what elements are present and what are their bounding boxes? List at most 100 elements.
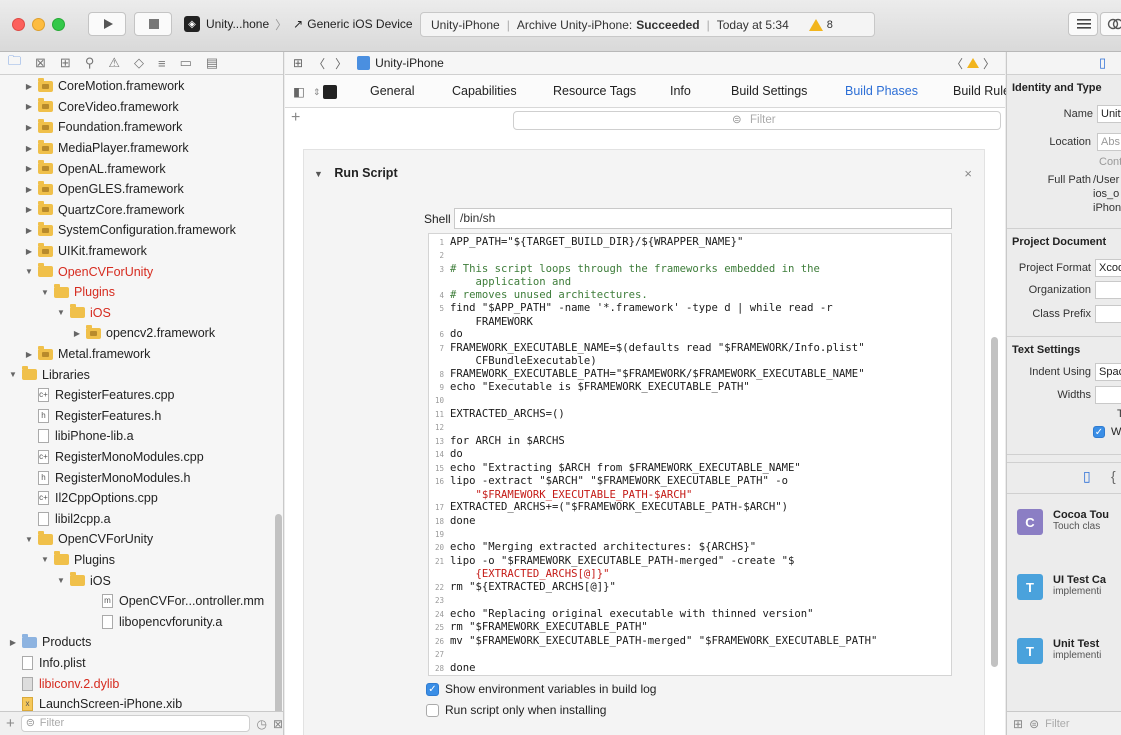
tab-build-rules[interactable]: Build Rule xyxy=(953,84,1010,98)
disclosure-open-icon[interactable]: ▼ xyxy=(24,267,34,276)
tree-item[interactable]: c+ Il2CppOptions.cpp xyxy=(0,488,283,509)
tree-item[interactable]: ▶ OpenAL.framework xyxy=(0,158,283,179)
disclosure-closed-icon[interactable]: ▶ xyxy=(8,638,18,647)
disclosure-closed-icon[interactable]: ▶ xyxy=(24,123,34,132)
file-template-item[interactable]: T UI Test Ca implementi xyxy=(1017,574,1106,600)
tree-item[interactable]: ▶ OpenGLES.framework xyxy=(0,179,283,200)
modified-files-icon[interactable]: ⊠ xyxy=(273,717,283,731)
target-selector[interactable]: ⇕ xyxy=(313,84,337,99)
tree-item[interactable]: ▼ OpenCVForUnity xyxy=(0,529,283,550)
show-targets-sidebar-icon[interactable]: ◧ xyxy=(293,84,305,99)
add-file-plus-icon[interactable]: + xyxy=(6,715,15,732)
disclosure-closed-icon[interactable]: ▶ xyxy=(24,226,34,235)
tree-item[interactable]: ▶ opencv2.framework xyxy=(0,323,283,344)
report-navigator-icon[interactable]: ▤ xyxy=(206,55,218,71)
tab-capabilities[interactable]: Capabilities xyxy=(452,84,517,98)
show-env-vars-checkbox[interactable]: ✓ Show environment variables in build lo… xyxy=(426,682,656,696)
recent-files-clock-icon[interactable]: ◷ xyxy=(256,717,266,731)
indent-using-select[interactable]: Spac xyxy=(1095,363,1121,381)
next-issue-chevron-icon[interactable]: 〉 xyxy=(983,55,995,72)
minimize-window-button[interactable] xyxy=(32,18,45,31)
related-items-grid-icon[interactable]: ⊞ xyxy=(293,56,303,70)
class-prefix-field[interactable] xyxy=(1095,305,1121,323)
file-template-library-icon[interactable]: ▯ xyxy=(1083,468,1091,485)
tree-item[interactable]: ▼ Plugins xyxy=(0,550,283,571)
breakpoint-navigator-icon[interactable]: ▭ xyxy=(180,55,192,71)
issue-navigator-warning-icon[interactable]: ⚠ xyxy=(108,55,120,71)
test-navigator-diamond-icon[interactable]: ◇ xyxy=(134,55,144,71)
tree-item[interactable]: ▼ Libraries xyxy=(0,364,283,385)
tab-resource-tags[interactable]: Resource Tags xyxy=(553,84,636,98)
file-template-item[interactable]: T Unit Test implementi xyxy=(1017,638,1101,664)
disclosure-closed-icon[interactable]: ▶ xyxy=(24,164,34,173)
tab-info[interactable]: Info xyxy=(670,84,691,98)
tree-item[interactable]: libil2cpp.a xyxy=(0,508,283,529)
disclosure-closed-icon[interactable]: ▶ xyxy=(24,144,34,153)
find-navigator-search-icon[interactable]: ⚲ xyxy=(85,55,95,71)
issue-navigation[interactable]: 〈 〉 xyxy=(951,55,995,72)
phase-header[interactable]: ▼ Run Script xyxy=(314,166,398,180)
disclosure-closed-icon[interactable]: ▶ xyxy=(24,247,34,256)
checkbox-checked-icon[interactable]: ✓ xyxy=(426,682,439,696)
tree-item[interactable]: Info.plist xyxy=(0,653,283,674)
library-filter-placeholder[interactable]: Filter xyxy=(1045,718,1069,730)
tree-item[interactable]: c+ RegisterFeatures.cpp xyxy=(0,385,283,406)
tree-item[interactable]: ▶ QuartzCore.framework xyxy=(0,200,283,221)
wrap-lines-checkbox[interactable]: ✓ Wr xyxy=(1093,426,1121,438)
run-only-installing-checkbox[interactable]: Run script only when installing xyxy=(426,703,606,717)
symbol-navigator-icon[interactable]: ⊞ xyxy=(60,55,71,71)
editor-scrollbar[interactable] xyxy=(991,337,998,667)
disclosure-open-icon[interactable]: ▼ xyxy=(40,555,50,564)
tab-general[interactable]: General xyxy=(370,84,414,98)
navigator-scrollbar[interactable] xyxy=(275,514,282,730)
breadcrumb[interactable]: Unity-iPhone xyxy=(357,56,444,70)
tab-build-settings[interactable]: Build Settings xyxy=(731,84,807,98)
standard-editor-button[interactable] xyxy=(1068,12,1098,36)
name-field[interactable]: Unity xyxy=(1097,105,1121,123)
disclosure-closed-icon[interactable]: ▶ xyxy=(24,102,34,111)
phase-filter-field[interactable]: ⊜ Filter xyxy=(513,111,1001,130)
tree-item[interactable]: ▶ MediaPlayer.framework xyxy=(0,138,283,159)
tree-item[interactable]: c+ RegisterMonoModules.cpp xyxy=(0,447,283,468)
tree-item[interactable]: ▶ CoreVideo.framework xyxy=(0,97,283,118)
zoom-window-button[interactable] xyxy=(52,18,65,31)
tree-item[interactable]: ▶ UIKit.framework xyxy=(0,241,283,262)
warning-count[interactable]: 8 xyxy=(827,19,833,31)
close-window-button[interactable] xyxy=(12,18,25,31)
tree-item[interactable]: ▶ Metal.framework xyxy=(0,344,283,365)
script-editor[interactable]: 1 APP_PATH="${TARGET_BUILD_DIR}/${WRAPPER… xyxy=(428,233,952,676)
stop-button[interactable] xyxy=(134,12,172,36)
tree-item[interactable]: ▶ Foundation.framework xyxy=(0,117,283,138)
back-chevron-icon[interactable]: 〈 xyxy=(313,55,325,72)
disclosure-open-icon[interactable]: ▼ xyxy=(56,308,66,317)
location-select[interactable]: Abs xyxy=(1097,133,1121,151)
tree-item[interactable]: libiconv.2.dylib xyxy=(0,673,283,694)
tree-item[interactable]: h RegisterMonoModules.h xyxy=(0,467,283,488)
widths-field[interactable] xyxy=(1095,386,1121,404)
tree-item[interactable]: libiPhone-lib.a xyxy=(0,426,283,447)
disclosure-open-icon[interactable]: ▼ xyxy=(8,370,18,379)
tree-item[interactable]: ▶ SystemConfiguration.framework xyxy=(0,220,283,241)
shell-field[interactable]: /bin/sh xyxy=(454,208,952,229)
run-button[interactable] xyxy=(88,12,126,36)
grid-view-icon[interactable]: ⊞ xyxy=(1013,717,1023,731)
disclosure-closed-icon[interactable]: ▶ xyxy=(24,205,34,214)
disclosure-closed-icon[interactable]: ▶ xyxy=(24,350,34,359)
disclosure-open-icon[interactable]: ▼ xyxy=(40,288,50,297)
warning-icon[interactable] xyxy=(808,18,823,31)
checkbox-unchecked-icon[interactable] xyxy=(426,703,439,717)
disclosure-triangle-icon[interactable]: ▼ xyxy=(314,169,323,179)
tree-item[interactable]: ▼ iOS xyxy=(0,570,283,591)
file-inspector-doc-icon[interactable]: ▯ xyxy=(1099,55,1106,71)
disclosure-open-icon[interactable]: ▼ xyxy=(24,535,34,544)
forward-chevron-icon[interactable]: 〉 xyxy=(335,55,347,72)
delete-phase-close-icon[interactable]: × xyxy=(964,166,972,181)
file-template-item[interactable]: C Cocoa Tou Touch clas xyxy=(1017,509,1109,535)
organization-field[interactable] xyxy=(1095,281,1121,299)
source-control-icon[interactable]: ⊠ xyxy=(35,55,46,71)
tree-item[interactable]: ▼ iOS xyxy=(0,303,283,324)
tree-item[interactable]: ▶ Products xyxy=(0,632,283,653)
disclosure-open-icon[interactable]: ▼ xyxy=(56,576,66,585)
tree-item[interactable]: ▶ CoreMotion.framework xyxy=(0,76,283,97)
tab-build-phases[interactable]: Build Phases xyxy=(845,84,918,98)
